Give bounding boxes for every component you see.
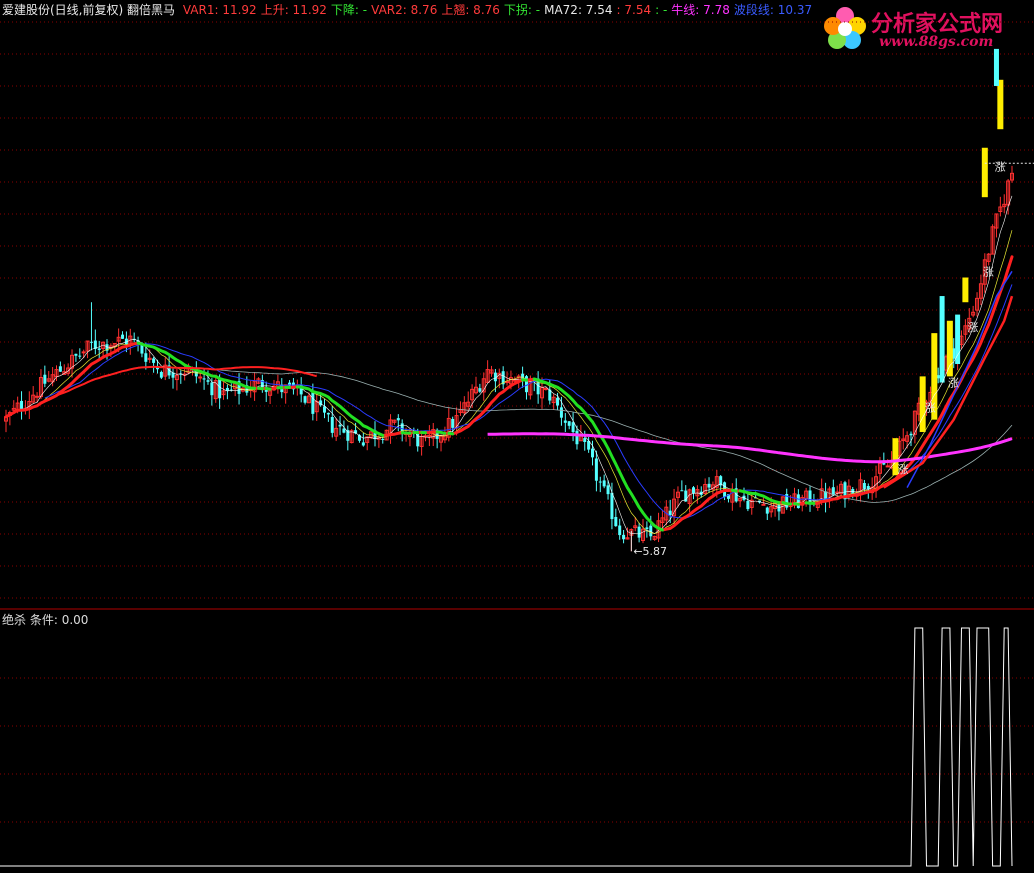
candle-body [361,442,365,446]
candle-body [478,388,482,392]
candle-body [58,366,62,372]
candle-body [645,527,649,530]
candle-body [559,407,563,418]
candle-body [707,483,711,488]
candle-body [81,351,86,354]
candle-body [746,500,750,510]
candle-body [198,376,203,379]
candle-body [330,416,334,433]
candle-body [862,483,866,489]
candle-body [97,348,101,350]
chart-canvas: ←5.87涨涨涨涨涨涨 [0,21,1034,867]
candle-body [567,421,571,426]
candle-body [680,490,684,492]
candle-body [691,487,695,494]
candle-body [423,435,428,438]
low-price-annotation: ←5.87 [633,545,667,558]
candle-body [152,358,156,363]
candle-body [614,516,618,527]
candle-body [765,507,769,514]
breakout-bar [946,320,953,377]
trend-up-line [4,255,1014,532]
candle-body [563,420,567,423]
breakout-cyan-bar [993,48,999,86]
candle-body [225,387,229,391]
candle-body [43,374,47,384]
rise-marker: 涨 [995,160,1006,173]
breakout-bar [981,147,988,198]
rise-marker: 涨 [983,265,994,278]
candle-body [610,492,614,520]
candle-body [427,434,432,437]
candle-body [622,534,626,540]
candle-body [326,412,330,415]
ma5-line [5,195,1013,535]
candle-body [606,485,610,495]
rise-marker: 涨 [925,401,936,414]
candle-body [909,433,913,436]
breakout-cyan-bar [955,314,961,365]
candle-body [396,418,400,421]
candle-body [583,438,587,443]
candle-body [202,378,206,380]
candle-body [121,334,125,339]
breakout-bar [997,79,1004,130]
candle-body [594,458,598,481]
candle-body [74,353,78,356]
candle-body [381,438,385,440]
rise-marker: 涨 [967,321,978,334]
breakout-bar [962,277,969,303]
candle-body [338,424,342,427]
breakout-cyan-bar [939,296,945,383]
candle-body [668,510,672,516]
candle-body [618,525,622,536]
candle-body [556,397,560,406]
candle-body [206,380,210,382]
candle-body [144,353,148,362]
candle-body [575,430,579,445]
candle-body [78,355,82,357]
candle-body [451,418,455,428]
rise-marker: 涨 [897,463,908,476]
candle-body [159,371,163,378]
candle-body [210,382,214,396]
candle-body [885,465,890,468]
ma20-line [44,284,1013,519]
candle-body [35,395,40,398]
candle-body [323,406,327,413]
rise-marker: 涨 [948,377,959,390]
candle-body [89,341,93,343]
candle-body [543,387,548,390]
condition-pulse-line [0,627,1013,867]
candle-body [796,494,800,509]
candle-body [637,526,641,538]
candle-body [602,480,606,487]
candle-body [598,481,602,483]
candle-body [761,503,766,506]
candle-body [303,396,307,403]
candle-body [591,448,595,458]
candle-body [342,428,346,433]
candle-body [311,392,315,414]
candle-body [571,422,575,433]
